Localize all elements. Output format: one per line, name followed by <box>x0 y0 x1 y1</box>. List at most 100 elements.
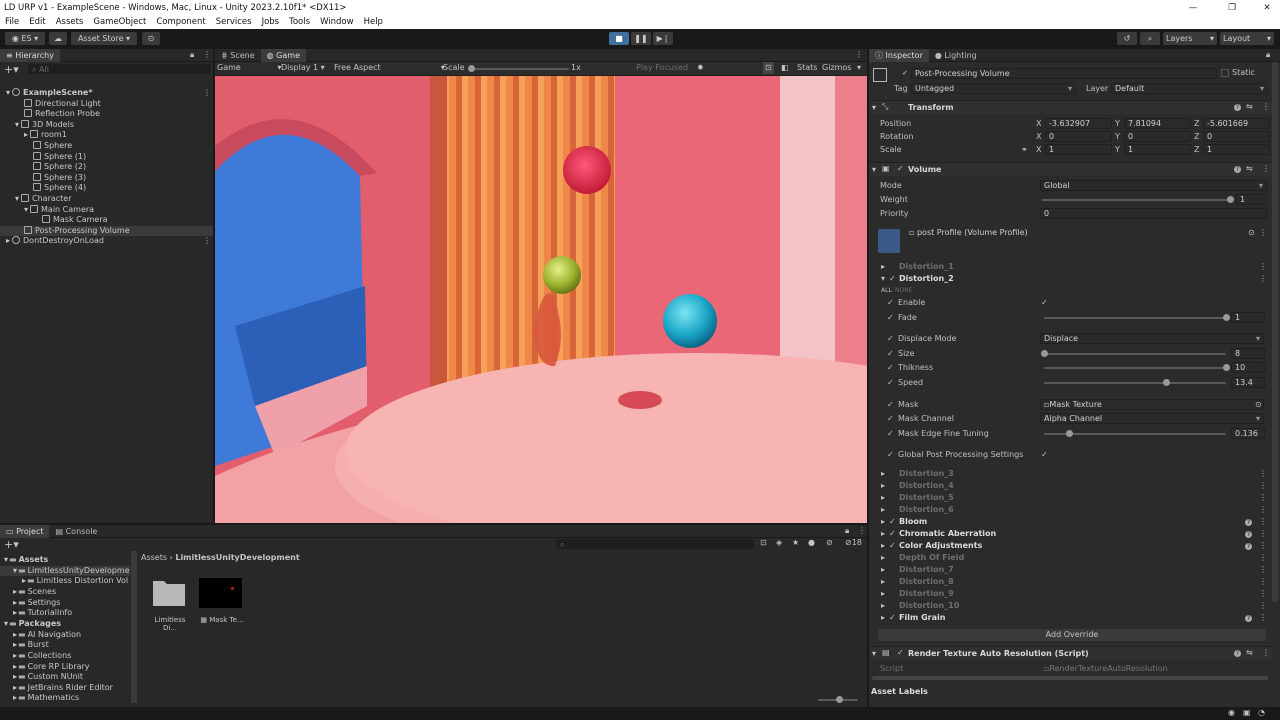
more-icon[interactable]: ⋮ <box>203 88 211 97</box>
project-tree-item[interactable]: ▸▬ JetBrains Rider Editor <box>13 683 113 693</box>
resolution-icon[interactable]: ⊡ <box>763 62 774 74</box>
enable-checkbox[interactable]: ✓ <box>1041 298 1048 308</box>
maximize-icon[interactable]: ❐ <box>1219 0 1245 15</box>
override-bloom[interactable]: Bloom <box>899 517 927 527</box>
speed-field[interactable]: 13.4 <box>1231 377 1265 388</box>
tab-scene[interactable]: ⋕ Scene <box>215 49 261 62</box>
chevron-down-icon[interactable]: ▾ <box>6 88 10 97</box>
chevron-right-icon[interactable]: ▸ <box>881 469 885 479</box>
more-icon[interactable]: ⋮ <box>1259 529 1267 539</box>
override-checkbox[interactable]: ✓ <box>887 400 894 410</box>
mode-dropdown[interactable]: Global <box>1040 180 1267 191</box>
size-slider[interactable] <box>1044 353 1226 355</box>
scale-slider-knob[interactable] <box>468 65 475 72</box>
weight-slider-knob[interactable] <box>1227 196 1234 203</box>
override-distortion-7[interactable]: Distortion_7 <box>899 565 954 575</box>
chevron-right-icon[interactable]: ▸ <box>13 608 17 617</box>
lock-icon[interactable]: 🔒︎ <box>1266 50 1270 60</box>
project-tree-item[interactable]: ▸▬ TutorialInfo <box>13 608 72 618</box>
edge-slider-knob[interactable] <box>1065 430 1073 437</box>
chevron-right-icon[interactable]: ▾ <box>13 566 17 575</box>
filter-type-icon[interactable]: ⊡ <box>760 538 767 547</box>
tab-console[interactable]: ▤ Console <box>49 525 103 538</box>
more-icon[interactable]: ⋮ <box>1262 648 1270 657</box>
gizmos-button[interactable]: Gizmos <box>822 62 851 74</box>
hierarchy-item[interactable]: Sphere (4) <box>24 183 86 193</box>
more-icon[interactable]: ⋮ <box>1262 164 1270 173</box>
more-icon[interactable]: ⋮ <box>203 50 211 59</box>
more-icon[interactable]: ⋮ <box>855 50 863 59</box>
help-icon[interactable]: ? <box>1245 519 1252 526</box>
history-icon[interactable]: ↺ <box>1117 32 1137 45</box>
hierarchy-item[interactable]: ▾ Main Camera <box>24 204 94 215</box>
hierarchy-item[interactable]: ▸ DontDestroyOnLoad <box>6 236 104 246</box>
chevron-right-icon[interactable]: ▸ <box>13 693 17 702</box>
project-tree-item[interactable]: ▸▬ Custom NUnit <box>13 672 83 682</box>
transform-header[interactable]: ▾ ⤡ Transform ? ⇋ ⋮ <box>870 100 1272 114</box>
override-checkbox[interactable]: ✓ <box>887 349 894 359</box>
chevron-right-icon[interactable]: ▸ <box>13 683 17 692</box>
help-icon[interactable]: ? <box>1234 104 1241 111</box>
hierarchy-item[interactable]: ▸ room1 <box>24 130 67 140</box>
play-focused-dropdown[interactable]: Play Focused <box>636 62 688 74</box>
chevron-right-icon[interactable]: ▸ <box>881 577 885 587</box>
menu-item-help[interactable]: Help <box>359 17 388 27</box>
select-none-button[interactable]: NONE <box>895 286 913 296</box>
volume-enabled-checkbox[interactable]: ✓ <box>897 164 904 173</box>
stats-button[interactable]: Stats <box>797 62 817 74</box>
mute-icon[interactable]: ✹ <box>697 62 704 74</box>
tab-hierarchy[interactable]: ≡ Hierarchy <box>0 48 60 62</box>
create-icon[interactable]: +▾ <box>4 538 19 551</box>
more-icon[interactable]: ⋮ <box>858 526 866 535</box>
help-icon[interactable]: ? <box>1234 166 1241 173</box>
override-distortion-8[interactable]: Distortion_8 <box>899 577 954 587</box>
hierarchy-item[interactable]: ▾ ExampleScene* <box>6 88 93 98</box>
chevron-right-icon[interactable]: ▸ <box>24 130 28 139</box>
thickness-field[interactable]: 10 <box>1231 362 1265 373</box>
mask-channel-dropdown[interactable]: Alpha Channel <box>1040 413 1264 424</box>
filter-label-icon[interactable]: ◈ <box>776 538 782 547</box>
breadcrumb-assets[interactable]: Assets <box>141 553 167 562</box>
chevron-right-icon[interactable]: ▸ <box>881 601 885 611</box>
menu-item-tools[interactable]: Tools <box>284 17 315 27</box>
more-icon[interactable]: ⋮ <box>1259 481 1267 491</box>
more-icon[interactable]: ⋮ <box>1259 613 1267 623</box>
icon-size-knob[interactable] <box>836 696 843 703</box>
project-tree-item[interactable]: ▾▬ LimitlessUnityDevelopme <box>13 566 130 576</box>
override-film-grain[interactable]: Film Grain <box>899 613 945 623</box>
help-icon[interactable]: ? <box>1245 531 1252 538</box>
more-icon[interactable]: ⋮ <box>1259 262 1267 271</box>
hierarchy-item[interactable]: Directional Light <box>15 98 101 109</box>
game-viewport[interactable] <box>215 76 867 523</box>
minimize-icon[interactable]: — <box>1180 0 1206 15</box>
size-slider-knob[interactable] <box>1041 350 1048 357</box>
chevron-right-icon[interactable]: ▸ <box>881 493 885 503</box>
more-icon[interactable]: ⋮ <box>1259 541 1267 551</box>
play-button[interactable]: ■ <box>609 32 629 45</box>
fade-slider[interactable] <box>1044 317 1226 319</box>
asset-labels-header[interactable]: Asset Labels <box>871 687 928 697</box>
target-icon[interactable]: ⊙ <box>1255 400 1262 410</box>
weight-slider[interactable] <box>1042 199 1230 201</box>
menu-item-edit[interactable]: Edit <box>24 17 50 27</box>
override-checkbox[interactable]: ✓ <box>887 313 894 323</box>
tab-inspector[interactable]: ⓘ Inspector <box>869 48 929 62</box>
chevron-right-icon[interactable]: ▸ <box>22 576 26 585</box>
chevron-right-icon[interactable]: ▸ <box>881 589 885 599</box>
project-tree-item[interactable]: ▸▬ Mathematics <box>13 693 79 703</box>
rotation-z-field[interactable]: 0 <box>1203 131 1270 142</box>
gizmos-dropdown-icon[interactable]: ▾ <box>857 62 861 74</box>
favorite-icon[interactable]: ★ <box>792 538 799 547</box>
more-icon[interactable]: ⋮ <box>1259 589 1267 599</box>
position-y-field[interactable]: 7.81094 <box>1124 118 1191 129</box>
override-enabled-checkbox[interactable]: ✓ <box>889 274 896 284</box>
override-checkbox[interactable]: ✓ <box>887 363 894 373</box>
thickness-slider-knob[interactable] <box>1223 364 1230 371</box>
lock-icon[interactable]: 🔒︎ <box>190 50 194 60</box>
layer-dropdown[interactable]: Default <box>1111 83 1268 94</box>
scale-slider[interactable] <box>469 68 569 70</box>
chevron-down-icon[interactable]: ▾ <box>15 194 19 203</box>
object-name-field[interactable]: Post-Processing Volume <box>911 68 1217 79</box>
project-tree-item[interactable]: ▸▬ Core RP Library <box>13 662 90 672</box>
chevron-right-icon[interactable]: ▸ <box>881 565 885 575</box>
